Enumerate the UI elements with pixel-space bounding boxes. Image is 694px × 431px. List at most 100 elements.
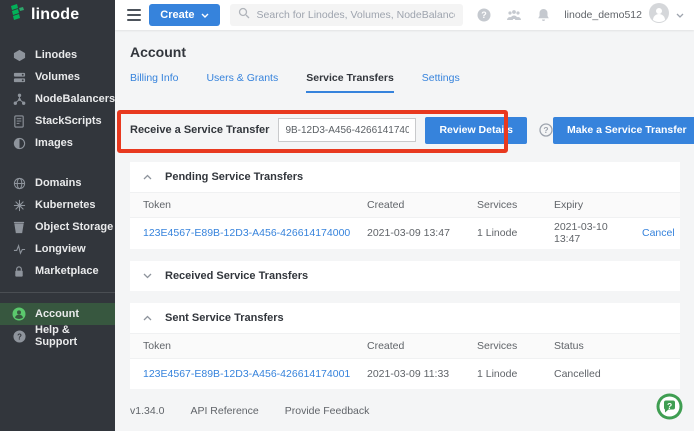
sidebar-item-label: Longview xyxy=(35,243,86,255)
panel-title: Pending Service Transfers xyxy=(165,171,303,183)
column-expiry: Expiry xyxy=(548,193,636,218)
sidebar-item-stackscripts[interactable]: StackScripts xyxy=(0,110,115,132)
svg-text:?: ? xyxy=(482,10,488,20)
sidebar-item-marketplace[interactable]: Marketplace xyxy=(0,260,115,282)
chevron-up-icon xyxy=(143,174,152,180)
services-cell: 1 Linode xyxy=(471,358,548,389)
sidebar-item-label: Linodes xyxy=(35,49,77,61)
sidebar-item-account[interactable]: Account xyxy=(0,303,115,325)
pending-transfers-header[interactable]: Pending Service Transfers xyxy=(130,162,680,192)
notifications-bell-icon[interactable] xyxy=(537,8,550,22)
make-transfer-button[interactable]: Make a Service Transfer xyxy=(553,117,694,144)
sidebar-item-longview[interactable]: Longview xyxy=(0,238,115,260)
table-header-row: Token Created Services Status xyxy=(130,333,680,358)
chat-help-button[interactable]: ? xyxy=(656,393,683,425)
sidebar-item-object-storage[interactable]: Object Storage xyxy=(0,216,115,238)
expiry-cell: 2021-03-10 13:47 xyxy=(548,218,636,249)
sidebar-item-label: Images xyxy=(35,137,73,149)
sidebar-item-domains[interactable]: Domains xyxy=(0,172,115,194)
images-icon xyxy=(12,136,26,150)
sidebar-item-label: Help & Support xyxy=(35,324,115,348)
tab-users-grants[interactable]: Users & Grants xyxy=(206,72,278,93)
sidebar-item-label: Volumes xyxy=(35,71,80,83)
column-services: Services xyxy=(471,193,548,218)
search-icon xyxy=(238,6,250,24)
provide-feedback-link[interactable]: Provide Feedback xyxy=(285,405,370,417)
version-label: v1.34.0 xyxy=(130,405,164,417)
logo-text: linode xyxy=(31,6,79,24)
volumes-icon xyxy=(12,70,26,84)
table-row: 123E4567-E89B-12D3-A456-426614174000 202… xyxy=(130,218,680,249)
token-link[interactable]: 123E4567-E89B-12D3-A456-426614174000 xyxy=(143,227,350,239)
sidebar-item-kubernetes[interactable]: Kubernetes xyxy=(0,194,115,216)
column-status: Status xyxy=(548,333,680,358)
tab-billing-info[interactable]: Billing Info xyxy=(130,72,178,93)
pending-transfers-panel: Pending Service Transfers Token Created … xyxy=(130,162,680,249)
marketplace-icon xyxy=(12,264,26,278)
transfer-token-input[interactable] xyxy=(278,118,416,142)
sidebar-item-linodes[interactable]: Linodes xyxy=(0,44,115,66)
sidebar-item-label: Account xyxy=(35,308,79,320)
created-cell: 2021-03-09 13:47 xyxy=(361,218,471,249)
object-storage-icon xyxy=(12,220,26,234)
username: linode_demo512 xyxy=(564,9,642,21)
services-cell: 1 Linode xyxy=(471,218,548,249)
create-button-label: Create xyxy=(160,9,194,21)
linodes-icon xyxy=(12,48,26,62)
received-transfers-panel: Received Service Transfers xyxy=(130,261,680,291)
help-icon: ? xyxy=(12,329,26,343)
sent-transfers-header[interactable]: Sent Service Transfers xyxy=(130,303,680,333)
column-token: Token xyxy=(130,333,361,358)
longview-icon xyxy=(12,242,26,256)
table-header-row: Token Created Services Expiry xyxy=(130,193,680,218)
top-bar: Create ? linode_demo512 xyxy=(115,0,694,30)
sidebar-item-help-support[interactable]: ? Help & Support xyxy=(0,325,115,347)
main-content: Account Billing Info Users & Grants Serv… xyxy=(115,30,694,431)
receive-transfer-row: Receive a Service Transfer Review Detail… xyxy=(130,110,680,150)
search-input[interactable] xyxy=(257,9,456,21)
chevron-down-icon xyxy=(201,13,209,18)
cancel-link[interactable]: Cancel xyxy=(642,227,675,239)
kubernetes-icon xyxy=(12,198,26,212)
chevron-down-icon xyxy=(143,273,152,279)
sidebar-item-label: Marketplace xyxy=(35,265,99,277)
panel-title: Received Service Transfers xyxy=(165,270,308,282)
pending-transfers-table: Token Created Services Expiry 123E4567-E… xyxy=(130,192,680,249)
sidebar: linode Linodes Volumes NodeBalancers Sta… xyxy=(0,0,115,431)
sent-transfers-panel: Sent Service Transfers Token Created Ser… xyxy=(130,303,680,390)
api-reference-link[interactable]: API Reference xyxy=(190,405,258,417)
page-title: Account xyxy=(130,44,680,60)
user-menu[interactable]: linode_demo512 xyxy=(564,3,684,28)
svg-text:?: ? xyxy=(17,332,22,341)
search-bar[interactable] xyxy=(230,4,464,26)
table-row: 123E4567-E89B-12D3-A456-426614174001 202… xyxy=(130,358,680,389)
chevron-down-icon xyxy=(676,13,684,18)
tab-settings[interactable]: Settings xyxy=(422,72,460,93)
sidebar-item-volumes[interactable]: Volumes xyxy=(0,66,115,88)
create-button[interactable]: Create xyxy=(149,4,219,26)
sidebar-item-nodebalancers[interactable]: NodeBalancers xyxy=(0,88,115,110)
transfer-help-icon[interactable]: ? xyxy=(539,123,553,137)
sidebar-item-label: Kubernetes xyxy=(35,199,96,211)
sidebar-item-label: NodeBalancers xyxy=(35,93,115,105)
sent-transfers-table: Token Created Services Status 123E4567-E… xyxy=(130,333,680,390)
column-created: Created xyxy=(361,333,471,358)
community-icon[interactable] xyxy=(506,9,522,22)
help-circle-icon[interactable]: ? xyxy=(477,8,491,22)
svg-text:?: ? xyxy=(667,401,672,411)
panel-title: Sent Service Transfers xyxy=(165,312,284,324)
column-services: Services xyxy=(471,333,548,358)
menu-icon[interactable] xyxy=(127,9,141,21)
stackscripts-icon xyxy=(12,114,26,128)
avatar xyxy=(649,3,669,28)
sidebar-item-images[interactable]: Images xyxy=(0,132,115,154)
tab-service-transfers[interactable]: Service Transfers xyxy=(306,72,394,93)
chevron-up-icon xyxy=(143,315,152,321)
token-link[interactable]: 123E4567-E89B-12D3-A456-426614174001 xyxy=(143,368,350,380)
domains-icon xyxy=(12,176,26,190)
linode-logo[interactable]: linode xyxy=(0,0,115,30)
column-token: Token xyxy=(130,193,361,218)
review-details-button[interactable]: Review Details xyxy=(425,117,527,144)
received-transfers-header[interactable]: Received Service Transfers xyxy=(130,261,680,291)
sidebar-item-label: Domains xyxy=(35,177,81,189)
